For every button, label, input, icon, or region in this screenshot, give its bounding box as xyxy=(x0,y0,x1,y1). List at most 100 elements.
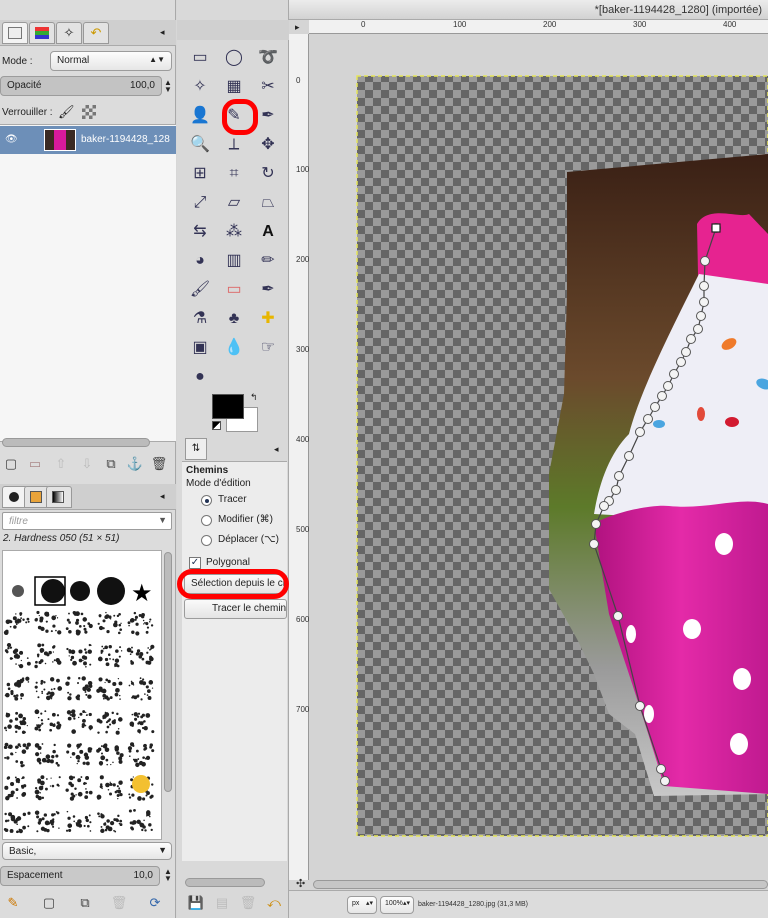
brush-thumb[interactable] xyxy=(96,711,123,735)
path-anchor[interactable] xyxy=(643,414,653,424)
brush-thumb[interactable] xyxy=(65,610,93,636)
path-anchor[interactable] xyxy=(635,427,645,437)
new-layer-icon[interactable]: ▢ xyxy=(2,455,20,473)
path-anchor[interactable] xyxy=(611,485,621,495)
brush-thumb[interactable] xyxy=(3,742,31,768)
zoom-select[interactable]: 100% ▴▾ xyxy=(380,896,414,914)
blur-icon[interactable]: 💧 xyxy=(221,335,247,361)
foreground-select-icon[interactable]: 👤 xyxy=(187,103,213,129)
brush-thumb[interactable] xyxy=(66,709,93,734)
lock-pixels-icon[interactable]: 🖌 xyxy=(58,104,75,120)
brush-thumb[interactable] xyxy=(129,712,155,734)
tool-options-scrollbar[interactable] xyxy=(185,878,265,887)
restore-options-icon[interactable]: ▤ xyxy=(213,894,231,912)
swap-colors-icon[interactable]: ↰ xyxy=(250,392,258,403)
zoom-icon[interactable]: 🔍 xyxy=(187,132,213,158)
clone-icon[interactable]: ♣ xyxy=(221,306,247,332)
eraser-icon[interactable]: ▭ xyxy=(221,277,247,303)
color-select-icon[interactable]: ▦ xyxy=(221,74,247,100)
refresh-brushes-icon[interactable]: ⟳ xyxy=(146,894,164,912)
path-anchor[interactable] xyxy=(669,369,679,379)
opacity-slider[interactable]: Opacité 100,0 xyxy=(0,76,162,96)
path-anchor[interactable] xyxy=(635,701,645,711)
dock-menu-icon[interactable]: ◂ xyxy=(160,491,165,502)
vertical-ruler[interactable]: 0 100 200 300 400 500 600 700 xyxy=(289,34,309,880)
brush-thumb[interactable] xyxy=(34,743,60,767)
brush-thumb[interactable] xyxy=(96,743,124,766)
brush-grid[interactable]: ★ xyxy=(2,550,162,840)
tab-paths[interactable]: ✧ xyxy=(56,22,82,44)
brush-thumb[interactable] xyxy=(3,811,31,834)
path-anchor[interactable] xyxy=(613,611,623,621)
brush-thumb[interactable] xyxy=(97,611,123,635)
brush-thumb[interactable] xyxy=(34,677,63,701)
path-anchor[interactable] xyxy=(686,334,696,344)
brush-thumb[interactable] xyxy=(127,611,154,636)
new-group-icon[interactable]: ▭ xyxy=(26,455,44,473)
airbrush-icon[interactable]: ✒ xyxy=(255,277,281,303)
duplicate-brush-icon[interactable]: ⧉ xyxy=(76,894,94,912)
delete-options-icon[interactable]: 🗑 xyxy=(239,894,257,912)
edit-brush-icon[interactable]: ✎ xyxy=(4,894,22,912)
layers-scrollbar[interactable] xyxy=(2,438,150,447)
blend-icon[interactable]: ▥ xyxy=(221,248,247,274)
free-select-icon[interactable]: ➰ xyxy=(255,45,281,71)
lock-alpha-icon[interactable] xyxy=(82,105,96,119)
brush-thumb[interactable] xyxy=(3,612,30,636)
fg-color-swatch[interactable] xyxy=(212,394,244,419)
spacing-slider[interactable]: Espacement 10,0 xyxy=(0,866,160,886)
navigate-icon[interactable]: ✣ xyxy=(296,877,305,890)
anchor-layer-icon[interactable]: ⚓ xyxy=(126,455,144,473)
tab-layers[interactable] xyxy=(2,22,28,44)
brush-thumb[interactable] xyxy=(127,742,155,768)
brush-thumb[interactable] xyxy=(66,643,92,668)
delete-layer-icon[interactable]: 🗑 xyxy=(150,455,168,473)
fuzzy-select-icon[interactable]: ✧ xyxy=(187,74,213,100)
raise-layer-icon[interactable]: ⇧ xyxy=(52,455,70,473)
brush-grid-scrollbar[interactable] xyxy=(164,552,172,792)
perspective-clone-icon[interactable]: ▣ xyxy=(187,335,213,361)
align-icon[interactable]: ⊞ xyxy=(187,161,213,187)
path-anchor[interactable] xyxy=(699,297,709,307)
tab-undo[interactable]: ↶ xyxy=(83,22,109,44)
stroke-path-button[interactable]: Tracer le chemin xyxy=(184,599,287,619)
brush-thumb[interactable] xyxy=(4,711,28,735)
path-anchor[interactable] xyxy=(614,471,624,481)
bucket-fill-icon[interactable]: ◕ xyxy=(187,248,213,274)
path-anchor[interactable] xyxy=(676,357,686,367)
layer-item[interactable]: 👁 baker-1194428_128 xyxy=(0,126,176,154)
sun-brush-icon[interactable] xyxy=(132,775,150,793)
spacing-stepper-icon[interactable]: ▲ ▼ xyxy=(164,868,172,883)
scale-icon[interactable]: ⤢ xyxy=(187,190,213,216)
path-anchor[interactable] xyxy=(589,539,599,549)
new-brush-icon[interactable]: ▢ xyxy=(40,894,58,912)
brush-thumb[interactable] xyxy=(126,644,155,665)
path-anchor[interactable] xyxy=(591,519,601,529)
brush-thumb[interactable] xyxy=(34,610,62,635)
cage-icon[interactable]: ⁂ xyxy=(221,219,247,245)
path-anchor[interactable] xyxy=(663,381,673,391)
measure-icon[interactable]: ⟂ xyxy=(221,132,247,158)
eye-icon[interactable]: 👁 xyxy=(5,134,18,145)
brush-thumb[interactable] xyxy=(34,709,62,732)
brush-thumb[interactable] xyxy=(4,776,27,801)
horizontal-ruler[interactable]: 0 100 200 300 400 xyxy=(309,20,768,34)
rotate-icon[interactable]: ↻ xyxy=(255,161,281,187)
smudge-icon[interactable]: ☞ xyxy=(255,335,281,361)
path-anchor[interactable] xyxy=(657,391,667,401)
tab-gradients[interactable] xyxy=(46,486,72,508)
lower-layer-icon[interactable]: ⇩ xyxy=(78,455,96,473)
brush-thumb[interactable] xyxy=(97,812,123,834)
scissors-icon[interactable]: ✂ xyxy=(255,74,281,100)
path-anchor[interactable] xyxy=(624,451,634,461)
path-anchor[interactable] xyxy=(660,776,670,786)
duplicate-layer-icon[interactable]: ⧉ xyxy=(102,455,120,473)
tool-options-tab[interactable]: ⇅ xyxy=(185,438,207,460)
active-anchor[interactable] xyxy=(711,223,721,233)
save-options-icon[interactable]: 💾 xyxy=(187,894,205,912)
radio-edit[interactable] xyxy=(201,515,212,526)
brush-thumb[interactable] xyxy=(4,642,31,669)
text-icon[interactable]: A xyxy=(255,219,281,245)
brush-thumb[interactable] xyxy=(34,775,61,801)
opacity-stepper-icon[interactable]: ▲ ▼ xyxy=(164,79,172,94)
